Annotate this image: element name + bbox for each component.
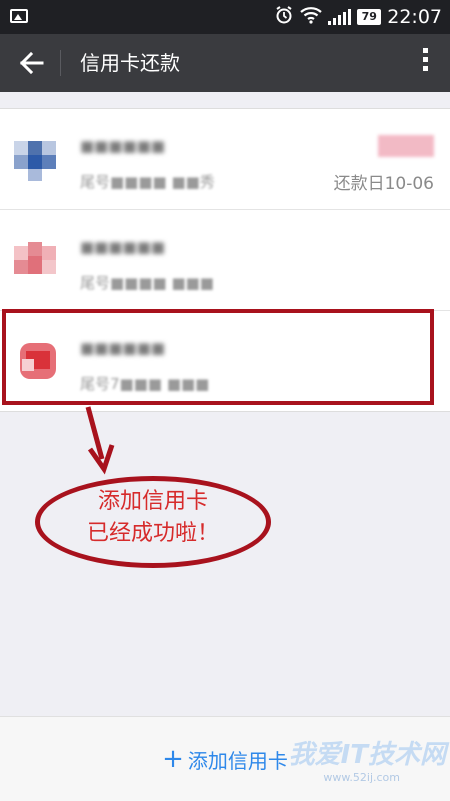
card-tail-number: 尾号■■■■ ■■秀 [80,173,215,191]
clock: 22:07 [387,6,442,28]
wifi-icon [300,6,322,29]
card-list-item[interactable]: ■■■■■■ 尾号■■■■ ■■秀 还款日10-06 [0,109,450,210]
card-bank-name: ■■■■■■ [80,238,166,256]
app-bar-divider [60,50,61,76]
repayment-amount [378,135,434,157]
bank-logo-icon [10,232,66,288]
watermark-logo: 我爱IT技术网 www.52ij.com [221,734,446,796]
new-card-highlight-box [2,309,434,405]
bank-logo-icon [10,131,66,187]
watermark-url: www.52ij.com [323,771,400,784]
annotation-line-2: 已经成功啦！ [86,521,219,546]
plus-icon: + [162,744,184,774]
back-arrow-icon[interactable] [18,48,46,78]
app-bar: 信用卡还款 [0,34,450,92]
page-title: 信用卡还款 [80,51,180,75]
status-icons: 79 22:07 [274,0,442,34]
watermark-text: 我爱IT技术网 [288,740,446,770]
signal-icon [328,9,352,25]
annotation-text: 添加信用卡 已经成功啦！ [35,486,271,550]
battery-icon: 79 [357,9,382,25]
card-list-item[interactable]: ■■■■■■ 尾号■■■■ ■■■ [0,210,450,311]
status-bar: 79 22:07 [0,0,450,34]
card-bank-name: ■■■■■■ [80,137,166,155]
more-options-icon[interactable] [420,48,430,78]
photo-notification-icon [10,9,28,23]
annotation-arrow-icon [85,406,115,475]
annotation-line-1: 添加信用卡 [97,489,208,514]
alarm-icon [274,5,294,30]
due-date: 还款日10-06 [333,174,434,194]
card-tail-number: 尾号■■■■ ■■■ [80,274,214,292]
